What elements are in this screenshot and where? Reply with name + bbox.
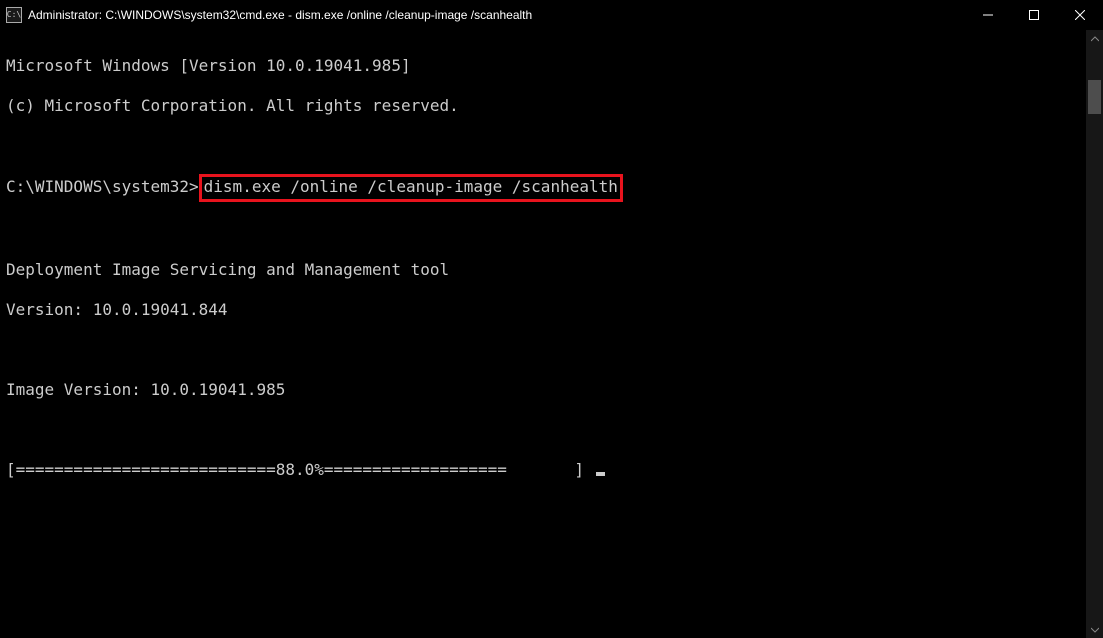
command-highlight: dism.exe /online /cleanup-image /scanhea…	[199, 174, 623, 202]
output-line: Image Version: 10.0.19041.985	[6, 380, 1080, 400]
progress-text: [===========================88.0%=======…	[6, 460, 594, 479]
output-line: (c) Microsoft Corporation. All rights re…	[6, 96, 1080, 116]
titlebar[interactable]: C:\ Administrator: C:\WINDOWS\system32\c…	[0, 0, 1103, 30]
chevron-up-icon	[1091, 35, 1099, 43]
output-blank	[6, 420, 1080, 440]
output-blank	[6, 136, 1080, 156]
cmd-window: C:\ Administrator: C:\WINDOWS\system32\c…	[0, 0, 1103, 638]
prompt-prefix: C:\WINDOWS\system32>	[6, 177, 199, 196]
cmd-icon: C:\	[6, 7, 22, 23]
window-controls	[965, 0, 1103, 30]
chevron-down-icon	[1091, 626, 1099, 634]
cursor	[596, 472, 605, 476]
client-area: Microsoft Windows [Version 10.0.19041.98…	[0, 30, 1103, 638]
output-line: Version: 10.0.19041.844	[6, 300, 1080, 320]
close-button[interactable]	[1057, 0, 1103, 30]
output-blank	[6, 220, 1080, 240]
scroll-down-button[interactable]	[1086, 621, 1103, 638]
scroll-up-button[interactable]	[1086, 30, 1103, 47]
terminal-output[interactable]: Microsoft Windows [Version 10.0.19041.98…	[0, 30, 1086, 638]
close-icon	[1075, 10, 1085, 20]
minimize-button[interactable]	[965, 0, 1011, 30]
vertical-scrollbar[interactable]	[1086, 30, 1103, 638]
command-text: dism.exe /online /cleanup-image /scanhea…	[204, 177, 618, 196]
prompt-line: C:\WINDOWS\system32> dism.exe /online /cl…	[6, 176, 1080, 200]
progress-line: [===========================88.0%=======…	[6, 460, 1080, 480]
scroll-thumb[interactable]	[1088, 80, 1101, 114]
maximize-icon	[1029, 10, 1039, 20]
output-line: Microsoft Windows [Version 10.0.19041.98…	[6, 56, 1080, 76]
output-blank	[6, 340, 1080, 360]
maximize-button[interactable]	[1011, 0, 1057, 30]
output-line: Deployment Image Servicing and Managemen…	[6, 260, 1080, 280]
window-title: Administrator: C:\WINDOWS\system32\cmd.e…	[28, 8, 532, 22]
minimize-icon	[983, 10, 993, 20]
